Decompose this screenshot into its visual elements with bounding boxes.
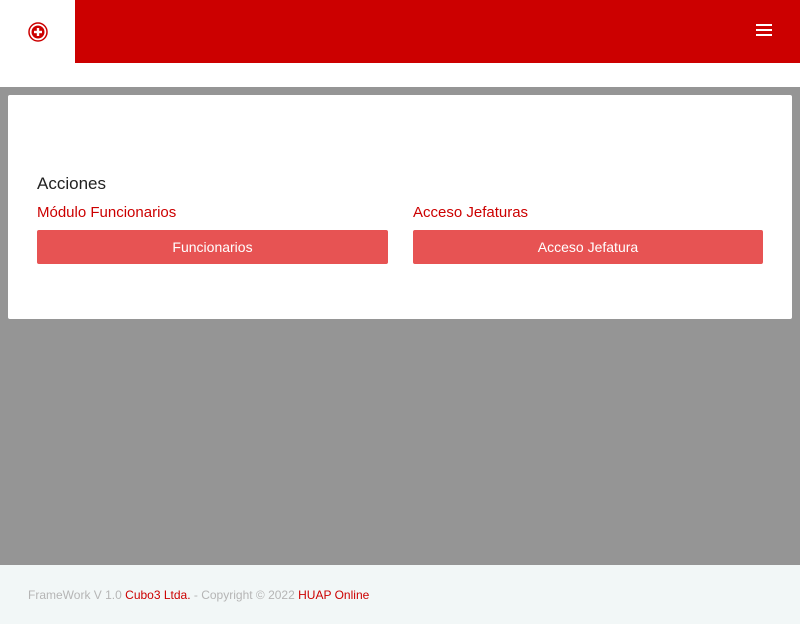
footer: FrameWork V 1.0 Cubo3 Ltda. - Copyright … [0,565,800,624]
logo-container[interactable] [0,0,75,63]
actions-card: Acciones Módulo Funcionarios Funcionario… [8,95,792,319]
module-title: Acceso Jefaturas [413,204,529,221]
company-link[interactable]: Cubo3 Ltda. [125,588,190,602]
framework-version: FrameWork V 1.0 [28,588,122,602]
footer-text: FrameWork V 1.0 Cubo3 Ltda. - Copyright … [28,588,369,602]
module-funcionarios: Módulo Funcionarios Funcionarios [37,204,388,264]
hamburger-menu-icon[interactable] [756,24,772,38]
acceso-jefatura-button[interactable]: Acceso Jefatura [413,230,763,264]
module-title: Módulo Funcionarios [37,204,177,221]
copyright-text: - Copyright © 2022 [193,588,295,602]
top-navbar [75,0,800,63]
institution-seal-icon [27,21,48,42]
module-jefaturas: Acceso Jefaturas Acceso Jefatura [413,204,763,264]
section-title: Acciones [37,174,106,193]
site-link[interactable]: HUAP Online [298,588,369,602]
funcionarios-button[interactable]: Funcionarios [37,230,388,264]
